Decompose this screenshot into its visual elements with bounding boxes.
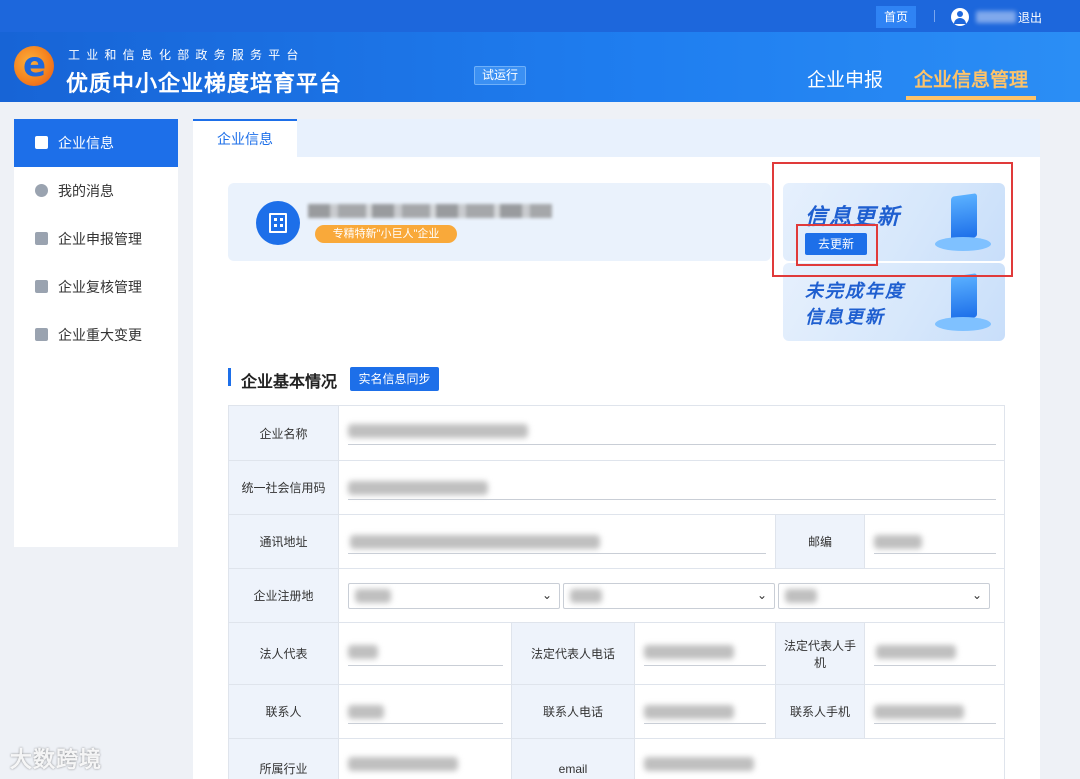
province-select[interactable]: ⌄ xyxy=(348,583,560,609)
label-legal-rep-mobile: 法定代表人手机 xyxy=(775,623,865,684)
contact-mobile-field[interactable] xyxy=(874,723,996,724)
platform-title[interactable]: 优质中小企业梯度培育平台 xyxy=(66,66,342,98)
building-icon xyxy=(269,213,287,233)
company-summary-card: 专精特新"小巨人"企业 xyxy=(228,183,771,261)
form-row: 所属行业 email xyxy=(228,738,1005,779)
chevron-down-icon: ⌄ xyxy=(541,588,552,602)
company-avatar xyxy=(256,201,300,245)
divider xyxy=(934,10,935,22)
label-legal-rep-phone: 法定代表人电话 xyxy=(511,623,635,684)
legal-rep-value xyxy=(348,645,378,659)
header: 工业和信息化部政务服务平台 优质中小企业梯度培育平台 试运行 企业申报 企业信息… xyxy=(0,32,1080,102)
form-row: 统一社会信用码 xyxy=(228,460,1005,514)
label-legal-rep: 法人代表 xyxy=(228,623,339,684)
section-title: 企业基本情况 xyxy=(241,374,338,391)
label-contact-mobile: 联系人手机 xyxy=(775,685,865,738)
logout-link[interactable]: 退出 xyxy=(1018,9,1042,26)
platform-logo-icon[interactable] xyxy=(14,45,54,86)
edit-icon xyxy=(35,232,48,245)
legal-rep-phone-field[interactable] xyxy=(644,665,766,666)
label-register-place: 企业注册地 xyxy=(228,569,339,622)
document-icon xyxy=(35,328,48,341)
tab-enterprise-info[interactable]: 企业信息 xyxy=(193,119,297,157)
building-icon xyxy=(35,136,48,149)
legal-rep-field[interactable] xyxy=(348,665,503,666)
sync-real-name-button[interactable]: 实名信息同步 xyxy=(350,367,439,391)
form-row: 法人代表 法定代表人电话 法定代表人手机 xyxy=(228,622,1005,684)
label-email: email xyxy=(511,739,635,779)
banner-illustration-icon xyxy=(933,271,993,335)
sidebar-item-review-management[interactable]: 企业复核管理 xyxy=(14,263,178,311)
tab-bar: 企业信息 xyxy=(193,119,1040,157)
city-select[interactable]: ⌄ xyxy=(563,583,775,609)
header-subtitle: 工业和信息化部政务服务平台 xyxy=(68,48,305,62)
sidebar-item-label: 企业重大变更 xyxy=(58,327,142,343)
label-credit-code: 统一社会信用码 xyxy=(228,461,339,514)
address-field[interactable] xyxy=(348,553,766,554)
banner-title-line1: 未完成年度 xyxy=(805,281,905,301)
message-icon xyxy=(35,184,48,197)
watermark: 大数跨境 xyxy=(10,747,103,772)
top-bar: 首页 退出 xyxy=(0,0,1080,32)
postcode-field[interactable] xyxy=(874,553,996,554)
highlight-box-button xyxy=(796,224,878,266)
label-address: 通讯地址 xyxy=(228,515,339,568)
company-name-field[interactable] xyxy=(348,444,996,445)
main-panel: 企业信息 专精特新"小巨人"企业 信息更新 去更新 未完成年度 信息更新 企业基… xyxy=(193,119,1040,779)
user-icon[interactable] xyxy=(951,8,969,26)
contact-mobile-value xyxy=(874,705,964,719)
label-contact-phone: 联系人电话 xyxy=(511,685,635,738)
company-name-redacted xyxy=(308,204,552,218)
legal-rep-mobile-value xyxy=(876,645,956,659)
nav-active-indicator xyxy=(906,96,1036,100)
sidebar-item-declaration-management[interactable]: 企业申报管理 xyxy=(14,215,178,263)
label-industry: 所属行业 xyxy=(228,739,339,779)
legal-rep-phone-value xyxy=(644,645,734,659)
sidebar-item-label: 我的消息 xyxy=(58,183,114,199)
email-value xyxy=(644,757,754,771)
home-link[interactable]: 首页 xyxy=(876,6,916,28)
contact-field[interactable] xyxy=(348,723,503,724)
trial-badge: 试运行 xyxy=(474,66,526,85)
nav-enterprise-info-management[interactable]: 企业信息管理 xyxy=(914,65,1028,92)
company-qualification-badge: 专精特新"小巨人"企业 xyxy=(315,225,457,243)
section-marker xyxy=(228,368,231,386)
legal-rep-mobile-field[interactable] xyxy=(874,665,996,666)
label-contact: 联系人 xyxy=(228,685,339,738)
label-postcode: 邮编 xyxy=(775,515,865,568)
credit-code-field[interactable] xyxy=(348,499,996,500)
sidebar-item-my-messages[interactable]: 我的消息 xyxy=(14,167,178,215)
form-row: 企业注册地 ⌄ ⌄ ⌄ xyxy=(228,568,1005,622)
sidebar-item-enterprise-info[interactable]: 企业信息 xyxy=(14,119,178,167)
credit-code-value xyxy=(348,481,488,495)
address-value xyxy=(350,535,600,549)
sidebar: 企业信息 我的消息 企业申报管理 企业复核管理 企业重大变更 xyxy=(14,119,178,547)
nav-enterprise-declaration[interactable]: 企业申报 xyxy=(807,65,883,92)
contact-phone-field[interactable] xyxy=(644,723,766,724)
bookmark-icon xyxy=(35,280,48,293)
user-name-redacted xyxy=(976,11,1016,23)
contact-value xyxy=(348,705,384,719)
chevron-down-icon: ⌄ xyxy=(756,588,767,602)
form-row: 通讯地址 邮编 xyxy=(228,514,1005,568)
contact-phone-value xyxy=(644,705,734,719)
postcode-value xyxy=(874,535,922,549)
sidebar-item-label: 企业申报管理 xyxy=(58,231,142,247)
banner-title-line2: 信息更新 xyxy=(805,307,885,327)
chevron-down-icon: ⌄ xyxy=(971,588,982,602)
district-select[interactable]: ⌄ xyxy=(778,583,990,609)
form-row: 企业名称 xyxy=(228,405,1005,460)
company-name-value xyxy=(348,424,528,438)
label-company-name: 企业名称 xyxy=(228,406,339,460)
sidebar-item-label: 企业复核管理 xyxy=(58,279,142,295)
sidebar-item-major-changes[interactable]: 企业重大变更 xyxy=(14,311,178,359)
form-row: 联系人 联系人电话 联系人手机 xyxy=(228,684,1005,738)
industry-value xyxy=(348,757,458,771)
sidebar-item-label: 企业信息 xyxy=(58,135,114,151)
